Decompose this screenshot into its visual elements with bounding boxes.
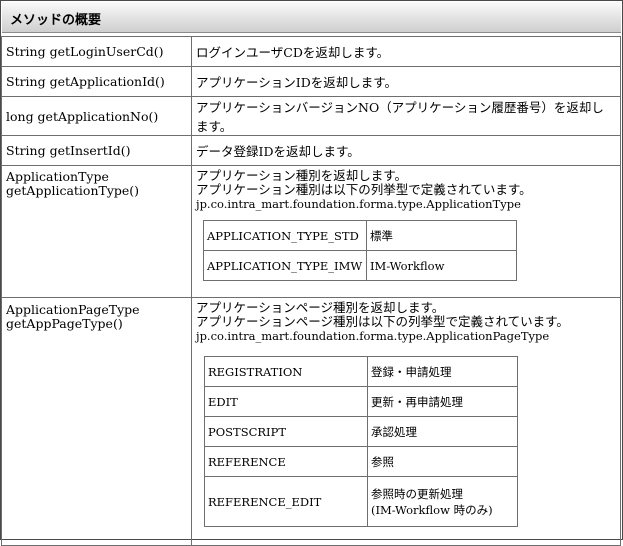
enum-key: POSTSCRIPT xyxy=(204,416,368,447)
enum-key: REFERENCE_EDIT xyxy=(204,476,368,527)
method-name: String getApplicationId() xyxy=(1,66,192,97)
method-description: アプリケーションページ種別を返却します。 アプリケーションページ種別は以下の列挙… xyxy=(191,297,621,546)
table-row: String getLoginUserCd() ログインユーザCDを返却します。 xyxy=(1,36,621,67)
enum-key: APPLICATION_TYPE_IMW xyxy=(203,250,367,281)
enum-value: 標準 xyxy=(366,220,517,251)
package-name: jp.co.intra_mart.foundation.forma.type.A… xyxy=(196,329,550,343)
table-row: long getApplicationNo() アプリケーションバージョンNO（… xyxy=(1,96,621,136)
method-description: アプリケーション種別を返却します。 アプリケーション種別は以下の列挙型で定義され… xyxy=(191,165,621,298)
enum-value-line: (IM-Workflow 時のみ) xyxy=(371,502,493,517)
method-description: ログインユーザCDを返却します。 xyxy=(191,36,621,67)
description-line: アプリケーションページ種別は以下の列挙型で定義されています。 xyxy=(196,314,569,329)
enum-row: REFERENCE 参照 xyxy=(204,446,518,477)
method-table: String getLoginUserCd() ログインユーザCDを返却します。… xyxy=(1,36,621,546)
enum-value: 承認処理 xyxy=(367,416,518,447)
enum-table: APPLICATION_TYPE_STD 標準 APPLICATION_TYPE… xyxy=(203,220,517,281)
method-name: ApplicationType getApplicationType() xyxy=(1,165,192,298)
enum-key: REFERENCE xyxy=(204,446,368,477)
enum-row: POSTSCRIPT 承認処理 xyxy=(204,416,518,447)
enum-value-line: 参照時の更新処理 xyxy=(371,486,463,501)
method-name: long getApplicationNo() xyxy=(1,96,192,136)
method-description: アプリケーションIDを返却します。 xyxy=(191,66,621,97)
description-line: アプリケーション種別を返却します。 xyxy=(196,168,408,183)
enum-value: IM-Workflow xyxy=(366,250,517,281)
enum-row: REFERENCE_EDIT 参照時の更新処理 (IM-Workflow 時のみ… xyxy=(204,476,518,527)
enum-value: 登録・申請処理 xyxy=(367,356,518,387)
panel-header: メソッドの概要 xyxy=(2,2,621,33)
enum-row: EDIT 更新・再申請処理 xyxy=(204,386,518,417)
enum-key: EDIT xyxy=(204,386,368,417)
panel-title: メソッドの概要 xyxy=(10,13,102,28)
enum-row: REGISTRATION 登録・申請処理 xyxy=(204,356,518,387)
enum-key: REGISTRATION xyxy=(204,356,368,387)
enum-table: REGISTRATION 登録・申請処理 EDIT 更新・再申請処理 POSTS… xyxy=(204,356,518,527)
description-line: アプリケーションページ種別を返却します。 xyxy=(196,300,445,315)
table-row: String getApplicationId() アプリケーションIDを返却し… xyxy=(1,66,621,97)
method-description: アプリケーションバージョンNO（アプリケーション履歴番号）を返却します。 xyxy=(191,96,621,136)
table-row: ApplicationPageType getAppPageType() アプリ… xyxy=(1,297,621,546)
method-name-line: ApplicationType xyxy=(6,169,109,184)
method-description: データ登録IDを返却します。 xyxy=(191,135,621,166)
enum-key: APPLICATION_TYPE_STD xyxy=(203,220,367,251)
table-row: ApplicationType getApplicationType() アプリ… xyxy=(1,165,621,298)
description-line: アプリケーション種別は以下の列挙型で定義されています。 xyxy=(196,182,532,197)
enum-row: APPLICATION_TYPE_STD 標準 xyxy=(203,220,517,251)
method-name: String getLoginUserCd() xyxy=(1,36,192,67)
method-name-line: getApplicationType() xyxy=(6,183,140,198)
method-name: ApplicationPageType getAppPageType() xyxy=(1,297,192,546)
enum-value: 参照 xyxy=(367,446,518,477)
enum-row: APPLICATION_TYPE_IMW IM-Workflow xyxy=(203,250,517,281)
enum-value: 参照時の更新処理 (IM-Workflow 時のみ) xyxy=(367,476,518,527)
method-name: String getInsertId() xyxy=(1,135,192,166)
method-name-line: ApplicationPageType xyxy=(6,302,140,317)
enum-value: 更新・再申請処理 xyxy=(367,386,518,417)
table-row: String getInsertId() データ登録IDを返却します。 xyxy=(1,135,621,166)
package-name: jp.co.intra_mart.foundation.forma.type.A… xyxy=(196,197,521,211)
method-name-line: getAppPageType() xyxy=(6,316,123,331)
